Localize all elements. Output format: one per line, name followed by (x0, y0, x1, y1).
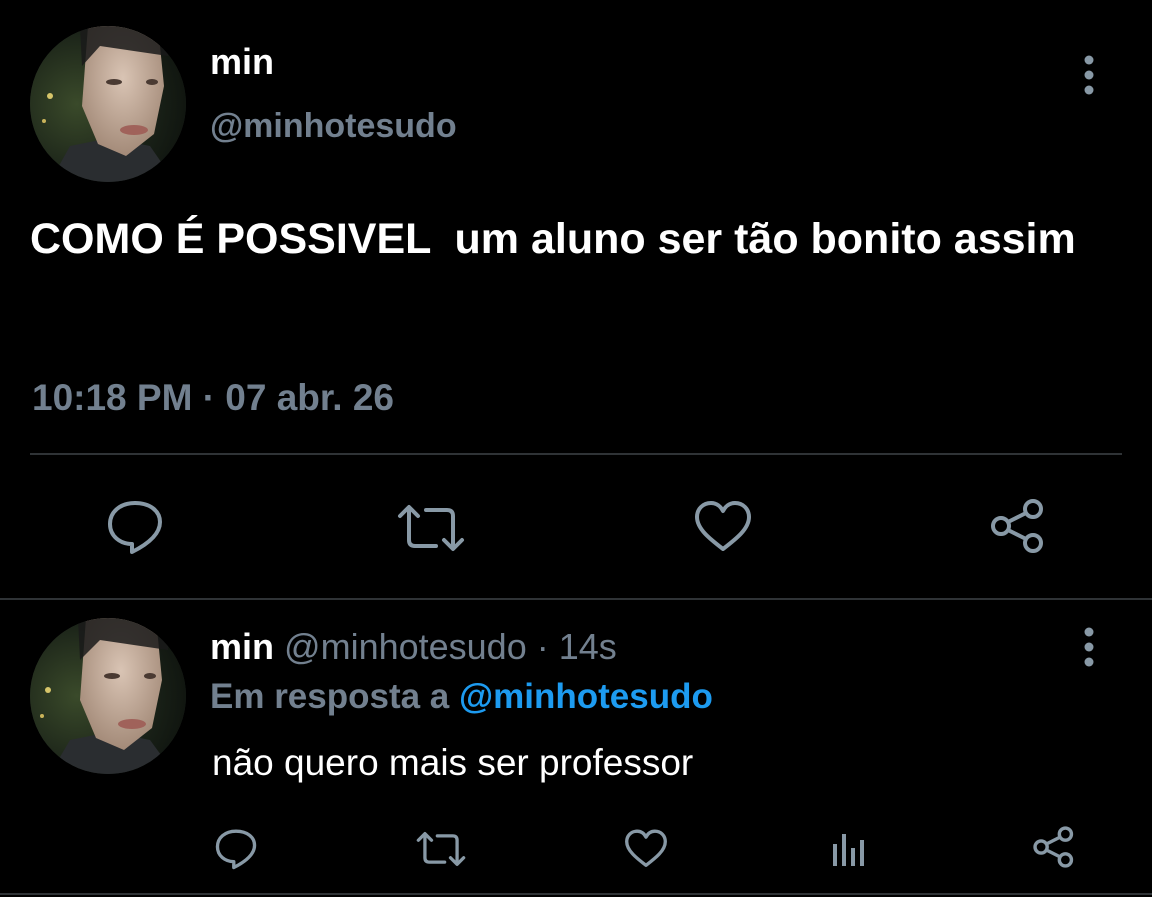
share-icon[interactable] (988, 497, 1048, 555)
reply-timestamp[interactable]: · 14s (537, 626, 617, 667)
main-author-handle[interactable]: @minhotesudo (210, 106, 457, 146)
reply-analytics-icon[interactable] (830, 826, 870, 868)
reply-tweet-text: não quero mais ser professor (212, 742, 694, 783)
in-reply-to: Em resposta a @minhotesudo (210, 676, 713, 718)
main-tweet-avatar[interactable] (30, 26, 186, 182)
section-divider (0, 598, 1152, 600)
like-icon[interactable] (692, 499, 754, 555)
main-tweet-text: COMO É POSSIVEL um aluno ser tão bonito … (30, 215, 1076, 263)
reply-share-icon[interactable] (1031, 825, 1077, 869)
in-reply-to-label: Em resposta a (210, 677, 450, 716)
bottom-divider (0, 893, 1152, 895)
reply-like-icon[interactable] (623, 828, 669, 870)
reply-header: min @minhotesudo · 14s (210, 626, 617, 668)
reply-icon[interactable] (104, 498, 166, 556)
reply-reply-icon[interactable] (213, 827, 259, 871)
reply-more-icon[interactable] (1074, 624, 1104, 670)
main-divider (30, 453, 1122, 455)
reply-tweet-avatar[interactable] (30, 618, 186, 774)
main-author-name[interactable]: min (210, 42, 274, 82)
in-reply-to-mention[interactable]: @minhotesudo (459, 677, 713, 716)
retweet-icon[interactable] (396, 502, 466, 554)
main-more-icon[interactable] (1074, 52, 1104, 98)
reply-retweet-icon[interactable] (415, 830, 467, 868)
reply-author-handle[interactable]: @minhotesudo (284, 626, 527, 667)
reply-author-name[interactable]: min (210, 626, 274, 667)
main-tweet-timestamp[interactable]: 10:18 PM · 07 abr. 26 (32, 376, 394, 420)
